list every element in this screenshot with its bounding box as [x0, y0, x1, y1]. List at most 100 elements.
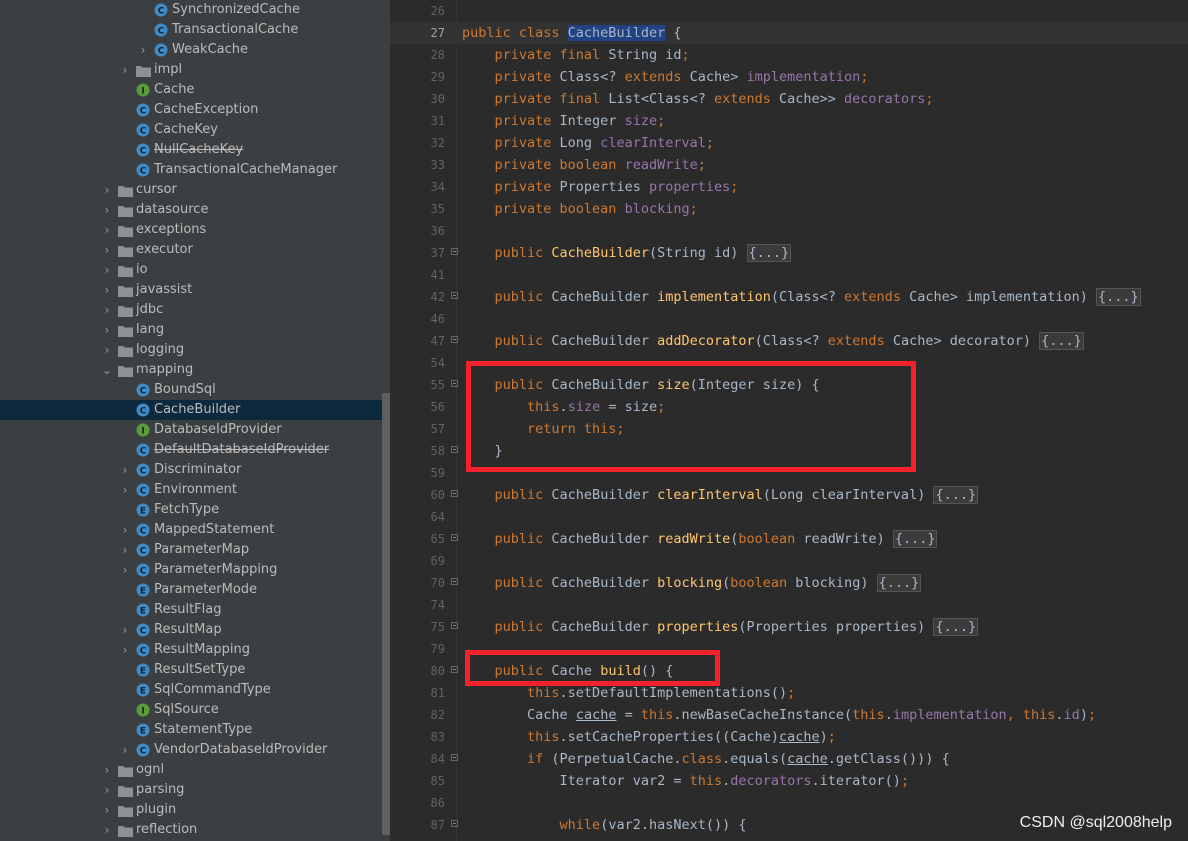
code-line-65[interactable]: 65 public CacheBuilder readWrite(boolean… [390, 528, 1188, 550]
tree-item-cachebuilder[interactable]: C CacheBuilder [0, 400, 382, 420]
chevron-right-icon[interactable]: › [118, 620, 132, 640]
tree-item-fetchtype[interactable]: E FetchType [0, 500, 382, 520]
fold-icon[interactable] [451, 754, 458, 761]
tree-item-cacheexception[interactable]: C CacheException [0, 100, 382, 120]
tree-item-statementtype[interactable]: E StatementType [0, 720, 382, 740]
tree-item-weakcache[interactable]: › C WeakCache [0, 40, 382, 60]
tree-item-logging[interactable]: › logging [0, 340, 382, 360]
code-line-83[interactable]: 83 this.setCacheProperties((Cache)cache)… [390, 726, 1188, 748]
code-line-42[interactable]: 42 public CacheBuilder implementation(Cl… [390, 286, 1188, 308]
tree-item-resultflag[interactable]: E ResultFlag [0, 600, 382, 620]
code-line-32[interactable]: 32 private Long clearInterval; [390, 132, 1188, 154]
code-line-85[interactable]: 85 Iterator var2 = this.decorators.itera… [390, 770, 1188, 792]
code-line-28[interactable]: 28 private final String id; [390, 44, 1188, 66]
tree-item-parametermode[interactable]: E ParameterMode [0, 580, 382, 600]
chevron-right-icon[interactable]: › [100, 220, 114, 240]
chevron-right-icon[interactable]: › [118, 740, 132, 760]
tree-item-cachekey[interactable]: C CacheKey [0, 120, 382, 140]
code-line-31[interactable]: 31 private Integer size; [390, 110, 1188, 132]
tree-item-synchronizedcache[interactable]: C SynchronizedCache [0, 0, 382, 20]
chevron-right-icon[interactable]: › [100, 820, 114, 840]
tree-item-transactionalcache[interactable]: C TransactionalCache [0, 20, 382, 40]
code-line-36[interactable]: 36 [390, 220, 1188, 242]
chevron-right-icon[interactable]: › [100, 780, 114, 800]
code-line-82[interactable]: 82 Cache cache = this.newBaseCacheInstan… [390, 704, 1188, 726]
tree-item-plugin[interactable]: › plugin [0, 800, 382, 820]
tree-item-defaultdatabaseidprovider[interactable]: C DefaultDatabaseIdProvider [0, 440, 382, 460]
code-line-33[interactable]: 33 private boolean readWrite; [390, 154, 1188, 176]
chevron-right-icon[interactable]: › [100, 180, 114, 200]
tree-item-impl[interactable]: › impl [0, 60, 382, 80]
tree-item-parametermapping[interactable]: › C ParameterMapping [0, 560, 382, 580]
code-line-37[interactable]: 37 public CacheBuilder(String id) {...} [390, 242, 1188, 264]
tree-item-io[interactable]: › io [0, 260, 382, 280]
chevron-right-icon[interactable]: › [100, 280, 114, 300]
chevron-right-icon[interactable]: › [118, 560, 132, 580]
chevron-right-icon[interactable]: › [100, 240, 114, 260]
tree-item-ognl[interactable]: › ognl [0, 760, 382, 780]
project-tree-scrollbar-thumb[interactable] [382, 393, 390, 835]
tree-item-javassist[interactable]: › javassist [0, 280, 382, 300]
fold-icon[interactable] [451, 292, 458, 299]
project-tree[interactable]: C SynchronizedCache C TransactionalCache › C W… [0, 0, 390, 841]
tree-item-mapping[interactable]: ⌄ mapping [0, 360, 382, 380]
chevron-right-icon[interactable]: › [118, 520, 132, 540]
tree-item-mappedstatement[interactable]: › C MappedStatement [0, 520, 382, 540]
fold-icon[interactable] [451, 490, 458, 497]
fold-icon[interactable] [451, 820, 458, 827]
code-line-29[interactable]: 29 private Class<? extends Cache> implem… [390, 66, 1188, 88]
fold-icon[interactable] [451, 622, 458, 629]
code-line-34[interactable]: 34 private Properties properties; [390, 176, 1188, 198]
tree-item-nullcachekey[interactable]: C NullCacheKey [0, 140, 382, 160]
fold-icon[interactable] [451, 666, 458, 673]
tree-item-transactionalcachemanager[interactable]: C TransactionalCacheManager [0, 160, 382, 180]
chevron-right-icon[interactable]: › [118, 640, 132, 660]
tree-item-sqlcommandtype[interactable]: E SqlCommandType [0, 680, 382, 700]
tree-item-reflection[interactable]: › reflection [0, 820, 382, 840]
fold-icon[interactable] [451, 336, 458, 343]
tree-item-jdbc[interactable]: › jdbc [0, 300, 382, 320]
fold-icon[interactable] [451, 446, 458, 453]
tree-item-environment[interactable]: › C Environment [0, 480, 382, 500]
chevron-right-icon[interactable]: › [136, 40, 150, 60]
tree-item-parsing[interactable]: › parsing [0, 780, 382, 800]
tree-item-resultmap[interactable]: › C ResultMap [0, 620, 382, 640]
code-line-26[interactable]: 26 [390, 0, 1188, 22]
fold-icon[interactable] [451, 578, 458, 585]
chevron-right-icon[interactable]: › [118, 460, 132, 480]
fold-icon[interactable] [451, 380, 458, 387]
tree-item-vendordatabaseidprovider[interactable]: › C VendorDatabaseIdProvider [0, 740, 382, 760]
tree-item-resultmapping[interactable]: › C ResultMapping [0, 640, 382, 660]
tree-item-cache[interactable]: I Cache [0, 80, 382, 100]
chevron-right-icon[interactable]: › [118, 540, 132, 560]
tree-item-datasource[interactable]: › datasource [0, 200, 382, 220]
code-line-35[interactable]: 35 private boolean blocking; [390, 198, 1188, 220]
tree-item-boundsql[interactable]: C BoundSql [0, 380, 382, 400]
chevron-right-icon[interactable]: › [118, 60, 132, 80]
code-line-47[interactable]: 47 public CacheBuilder addDecorator(Clas… [390, 330, 1188, 352]
fold-icon[interactable] [451, 534, 458, 541]
code-line-41[interactable]: 41 [390, 264, 1188, 286]
code-line-27[interactable]: 27 public class CacheBuilder { [390, 22, 1188, 44]
chevron-down-icon[interactable]: ⌄ [100, 360, 114, 380]
tree-item-executor[interactable]: › executor [0, 240, 382, 260]
code-line-70[interactable]: 70 public CacheBuilder blocking(boolean … [390, 572, 1188, 594]
chevron-right-icon[interactable]: › [100, 300, 114, 320]
tree-item-databaseidprovider[interactable]: I DatabaseIdProvider [0, 420, 382, 440]
code-line-46[interactable]: 46 [390, 308, 1188, 330]
code-line-75[interactable]: 75 public CacheBuilder properties(Proper… [390, 616, 1188, 638]
chevron-right-icon[interactable]: › [100, 260, 114, 280]
code-line-84[interactable]: 84 if (PerpetualCache.class.equals(cache… [390, 748, 1188, 770]
chevron-right-icon[interactable]: › [100, 760, 114, 780]
tree-item-sqlsource[interactable]: I SqlSource [0, 700, 382, 720]
tree-item-cursor[interactable]: › cursor [0, 180, 382, 200]
code-line-30[interactable]: 30 private final List<Class<? extends Ca… [390, 88, 1188, 110]
code-line-86[interactable]: 86 [390, 792, 1188, 814]
chevron-right-icon[interactable]: › [118, 480, 132, 500]
code-line-74[interactable]: 74 [390, 594, 1188, 616]
tree-item-exceptions[interactable]: › exceptions [0, 220, 382, 240]
fold-icon[interactable] [451, 248, 458, 255]
tree-item-lang[interactable]: › lang [0, 320, 382, 340]
chevron-right-icon[interactable]: › [100, 320, 114, 340]
tree-item-parametermap[interactable]: › C ParameterMap [0, 540, 382, 560]
